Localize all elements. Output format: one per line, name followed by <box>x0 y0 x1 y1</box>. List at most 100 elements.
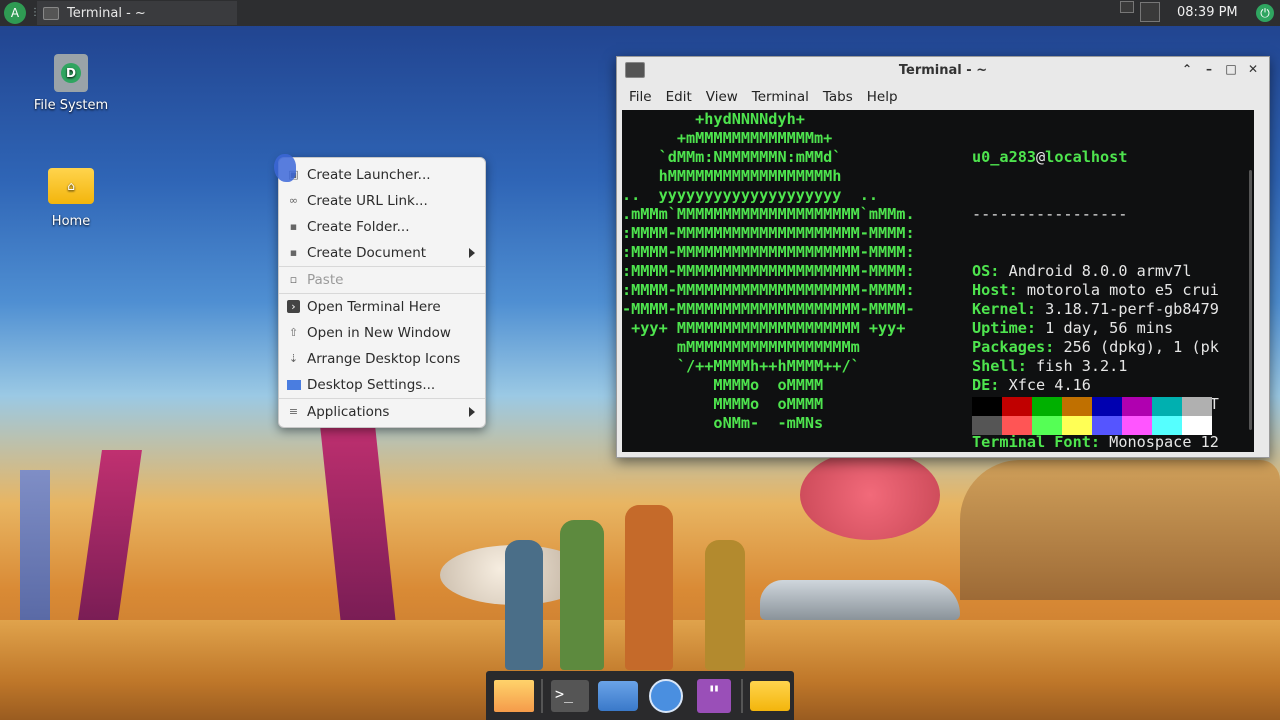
desktop-context-menu: ▣ Create Launcher... ∞ Create URL Link..… <box>278 157 486 428</box>
logo-line: :MMMM-MMMMMMMMMMMMMMMMMMMM-MMMM: <box>622 262 915 280</box>
applications-menu-icon[interactable]: A <box>4 2 26 24</box>
drive-icon: D <box>54 54 88 92</box>
home-folder-icon: ⌂ <box>48 168 94 204</box>
browser-compass-icon[interactable] <box>645 676 687 716</box>
window-titlebar[interactable]: Terminal - ~ ⌃ – □ ✕ <box>617 57 1269 83</box>
menu-item-applications[interactable]: ≡ Applications <box>279 399 485 425</box>
menu-item-label: Arrange Desktop Icons <box>307 351 461 367</box>
menu-item-desktop-settings[interactable]: Desktop Settings... <box>279 372 485 398</box>
menu-item-label: Create Document <box>307 245 427 261</box>
color-swatch <box>1152 416 1182 435</box>
menu-item-label: Paste <box>307 272 344 288</box>
logo-line: :MMMM-MMMMMMMMMMMMMMMMMMMM-MMMM: <box>622 281 915 299</box>
terminal-icon <box>43 6 59 20</box>
menu-item-label: Create URL Link... <box>307 193 428 209</box>
menu-lines-icon: ≡ <box>288 405 299 418</box>
dock: >_ " <box>486 671 794 720</box>
desktop-icon-file-system[interactable]: D File System <box>16 54 126 113</box>
desktop-icon-label: File System <box>33 98 109 113</box>
wallpaper-rock <box>319 420 396 620</box>
menu-item-create-launcher[interactable]: ▣ Create Launcher... <box>279 162 485 188</box>
menu-file[interactable]: File <box>629 89 652 105</box>
color-swatch <box>1062 397 1092 416</box>
info-value: 1 day, 56 mins <box>1045 319 1174 337</box>
logo-line: oNMm- -mMNs <box>622 414 824 432</box>
color-swatch <box>1122 397 1152 416</box>
info-key: Shell <box>972 357 1018 375</box>
menu-item-create-document[interactable]: ▪ Create Document <box>279 240 485 266</box>
menu-item-arrange-icons[interactable]: ⇣ Arrange Desktop Icons <box>279 346 485 372</box>
info-line: Uptime: 1 day, 56 mins <box>972 319 1219 338</box>
terminal-output[interactable]: +hydNNNNdyh+ +mMMMMMMMMMMMMMm+ `dMMm:NMM… <box>622 110 1254 452</box>
clock[interactable]: 08:39 PM <box>1177 5 1238 20</box>
info-colon: : <box>990 376 1009 394</box>
taskbar-task-terminal[interactable]: Terminal - ~ <box>37 1 237 25</box>
shade-button[interactable]: ⌃ <box>1179 61 1195 77</box>
menu-item-label: Desktop Settings... <box>307 377 436 393</box>
terminal-icon[interactable]: >_ <box>549 676 591 716</box>
folder-icon[interactable] <box>749 676 791 716</box>
info-colon: : <box>1090 433 1110 451</box>
logo-line: hMMMMMMMMMMMMMMMMMMh <box>622 167 842 185</box>
submenu-arrow-icon <box>469 248 475 258</box>
menu-help[interactable]: Help <box>867 89 898 105</box>
info-value: 3.18.71-perf-gb8479 <box>1045 300 1219 318</box>
info-colon: : <box>1017 357 1037 375</box>
menu-item-create-url-link[interactable]: ∞ Create URL Link... <box>279 188 485 214</box>
info-value: Android 8.0.0 armv7l <box>1008 262 1192 280</box>
color-swatch <box>1092 416 1122 435</box>
power-icon[interactable]: ⏻ <box>1256 4 1274 22</box>
logo-line: .. yyyyyyyyyyyyyyyyyyyy .. <box>622 186 879 204</box>
color-palette <box>972 397 1212 435</box>
menu-view[interactable]: View <box>706 89 738 105</box>
wallpaper-figure <box>625 505 673 670</box>
terminal-scrollbar[interactable] <box>1249 170 1252 430</box>
info-key: Kernel <box>972 300 1027 318</box>
close-button[interactable]: ✕ <box>1245 61 1261 77</box>
workspace-icon[interactable] <box>1120 1 1134 13</box>
workspace-switcher-icon[interactable] <box>1140 2 1160 22</box>
wallpaper-figure <box>560 520 604 670</box>
info-key: Packages <box>972 338 1046 356</box>
panel-handle: ⋮ <box>30 7 40 18</box>
logo-line: :MMMM-MMMMMMMMMMMMMMMMMMMM-MMMM: <box>622 243 915 261</box>
menu-item-open-terminal[interactable]: › Open Terminal Here <box>279 294 485 320</box>
menu-item-open-new-window[interactable]: ⇧ Open in New Window <box>279 320 485 346</box>
logo-line: mMMMMMMMMMMMMMMMMMMm <box>622 338 860 356</box>
image-viewer-icon[interactable] <box>493 676 535 716</box>
logo-line: -MMMM-MMMMMMMMMMMMMMMMMMMM-MMMM- <box>622 300 915 318</box>
logo-line: :MMMM-MMMMMMMMMMMMMMMMMMMM-MMMM: <box>622 224 915 242</box>
logo-line: MMMMo oMMMM <box>622 395 824 413</box>
wallpaper-cliff <box>960 460 1280 600</box>
info-key: Host <box>972 281 1009 299</box>
menu-terminal[interactable]: Terminal <box>752 89 809 105</box>
wallpaper-tree <box>800 450 940 540</box>
info-value: 256 (dpkg), 1 (pk <box>1063 338 1219 356</box>
menu-item-paste[interactable]: ▫ Paste <box>279 267 485 293</box>
menu-item-create-folder[interactable]: ▪ Create Folder... <box>279 214 485 240</box>
menu-tabs[interactable]: Tabs <box>823 89 853 105</box>
upload-arrow-icon: ⇧ <box>288 326 299 339</box>
touch-cursor <box>274 154 296 182</box>
color-swatch <box>1122 416 1152 435</box>
file-manager-icon[interactable] <box>597 676 639 716</box>
maximize-button[interactable]: □ <box>1223 61 1239 77</box>
color-swatch <box>1032 416 1062 435</box>
menu-item-label: Create Launcher... <box>307 167 431 183</box>
hostname: localhost <box>1045 148 1128 166</box>
quote-app-icon[interactable]: " <box>693 676 735 716</box>
desktop-icon-home[interactable]: ⌂ Home <box>16 168 126 229</box>
info-colon: : <box>1008 281 1027 299</box>
dock-separator <box>741 678 743 713</box>
menu-edit[interactable]: Edit <box>666 89 692 105</box>
wallpaper-rock <box>20 470 50 620</box>
color-swatch <box>1002 416 1032 435</box>
color-swatch <box>1062 416 1092 435</box>
minimize-button[interactable]: – <box>1201 61 1217 77</box>
logo-line: +hydNNNNdyh+ <box>622 110 805 128</box>
username: u0_a283 <box>972 148 1037 166</box>
info-key: Terminal Font <box>972 433 1091 451</box>
color-swatch <box>1092 397 1122 416</box>
info-key: OS <box>972 262 991 280</box>
top-panel: A ⋮ Terminal - ~ 08:39 PM ⏻ <box>0 0 1280 26</box>
